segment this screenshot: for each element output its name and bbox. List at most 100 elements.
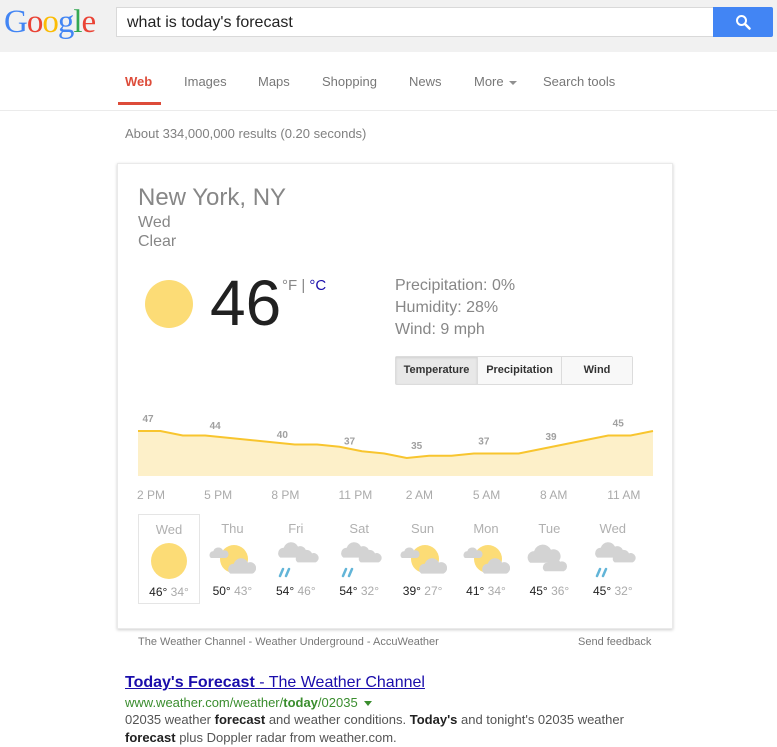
rain-icon	[277, 542, 319, 578]
snippet-text: plus Doppler radar from weather.com.	[175, 730, 397, 745]
snippet-highlight: Today's	[409, 712, 458, 727]
partly-cloudy-icon	[463, 545, 510, 574]
snippet-text: and tonight's 02035 weather	[457, 712, 624, 727]
url-suffix: /02035	[317, 695, 358, 710]
tab-wind[interactable]: Wind	[562, 357, 632, 384]
fahrenheit-unit[interactable]: °F	[282, 277, 297, 294]
forecast-day[interactable]: Wed 45° 32°	[582, 514, 644, 604]
forecast-temps: 50° 43°	[201, 584, 263, 598]
hour-tick-label: 11 PM	[338, 488, 373, 502]
active-tab-indicator	[118, 102, 161, 105]
forecast-temps: 45° 32°	[582, 584, 644, 598]
weather-card: New York, NY Wed Clear 46 °F | °C Precip…	[117, 163, 673, 629]
tab-images[interactable]: Images	[184, 74, 227, 89]
rain-icon	[594, 542, 636, 578]
forecast-day-name: Wed	[155, 522, 183, 537]
tab-shopping[interactable]: Shopping	[322, 74, 377, 89]
data-label: 47	[142, 414, 154, 425]
hour-tick-label: 5 PM	[204, 488, 233, 502]
low-temp: 46°	[297, 584, 316, 598]
tab-maps[interactable]: Maps	[258, 74, 290, 89]
tab-more[interactable]: More	[474, 74, 517, 89]
tab-temperature[interactable]: Temperature	[396, 357, 478, 384]
rain-icon	[341, 542, 382, 578]
forecast-day[interactable]: Mon 41° 34°	[455, 514, 517, 604]
forecast-day-name: Sun	[411, 521, 435, 536]
snippet-highlight: forecast	[125, 730, 176, 745]
logo-letter: g	[57, 4, 74, 40]
hour-tick-label: 2 PM	[137, 488, 166, 502]
forecast-day[interactable]: Fri 54° 46°	[265, 514, 327, 604]
current-condition: Clear	[138, 233, 177, 250]
weather-sources[interactable]: The Weather Channel - Weather Undergroun…	[138, 636, 439, 648]
forecast-day[interactable]: Tue 45° 36°	[518, 514, 580, 604]
forecast-day-name: Tue	[538, 521, 561, 536]
sun-icon	[145, 280, 193, 328]
forecast-day[interactable]: Wed 46° 34°	[138, 514, 200, 604]
low-temp: 34°	[170, 585, 189, 599]
forecast-temps: 41° 34°	[455, 584, 517, 598]
high-temp: 45°	[529, 584, 548, 598]
celsius-link[interactable]: °C	[309, 277, 326, 294]
hour-tick-label: 5 AM	[472, 488, 501, 502]
result-title-link[interactable]: Today's Forecast - The Weather Channel	[125, 674, 425, 692]
chart-tabs: Temperature Precipitation Wind	[395, 356, 633, 385]
forecast-day[interactable]: Sun 39° 27°	[392, 514, 454, 604]
search-tools-button[interactable]: Search tools	[543, 74, 615, 89]
forecast-day[interactable]: Sat 54° 32°	[328, 514, 390, 604]
search-input[interactable]: what is today's forecast	[116, 7, 714, 37]
tab-precipitation[interactable]: Precipitation	[478, 357, 562, 384]
forecast-temps: 46° 34°	[139, 585, 199, 599]
snippet-text: 02035 weather	[125, 712, 215, 727]
temperature-area	[138, 431, 653, 476]
low-temp: 34°	[487, 584, 506, 598]
high-temp: 45°	[592, 584, 612, 598]
send-feedback-link[interactable]: Send feedback	[578, 636, 651, 648]
url-bold: today	[283, 695, 318, 710]
logo-letter: o	[26, 4, 43, 40]
wind-value: Wind: 9 mph	[395, 321, 485, 338]
url-prefix: www.weather.com/weather/	[125, 695, 284, 710]
forecast-day-name: Sat	[349, 521, 369, 536]
result-stats: About 334,000,000 results (0.20 seconds)	[125, 126, 367, 141]
data-label: 39	[545, 432, 557, 443]
forecast-temps: 54° 46°	[265, 584, 327, 598]
partly-cloudy-icon	[400, 545, 447, 574]
sun-icon	[151, 543, 187, 579]
forecast-day[interactable]: Thu 50° 43°	[201, 514, 263, 604]
url-dropdown-icon[interactable]	[363, 701, 372, 707]
forecast-day-name: Mon	[473, 521, 499, 536]
high-temp: 54°	[339, 584, 358, 598]
logo-letter: l	[73, 4, 82, 40]
high-temp: 41°	[466, 584, 485, 598]
forecast-temps: 45° 36°	[518, 584, 580, 598]
hour-tick-label: 11 AM	[607, 488, 641, 502]
tab-web[interactable]: Web	[125, 74, 152, 89]
high-temp: 46°	[149, 585, 168, 599]
snippet-highlight: forecast	[214, 712, 266, 727]
unit-toggle: °F | °C	[282, 277, 326, 294]
partly-cloudy-icon	[209, 545, 257, 574]
forecast-day-name: Thu	[221, 521, 244, 536]
data-label: 35	[411, 441, 423, 452]
hour-tick-label: 2 AM	[405, 488, 434, 502]
logo-letter: e	[81, 4, 97, 40]
data-label: 40	[277, 430, 289, 441]
logo-letter: o	[42, 4, 58, 40]
forecast-day-name: Fri	[288, 521, 304, 536]
forecast-day-name: Wed	[599, 521, 627, 536]
low-temp: 43°	[234, 584, 253, 598]
forecast-temps: 54° 32°	[328, 584, 390, 598]
high-temp: 39°	[402, 584, 421, 598]
search-button[interactable]	[713, 7, 773, 37]
google-logo[interactable]: Google	[4, 4, 97, 41]
more-label: More	[474, 74, 504, 89]
tab-news[interactable]: News	[409, 74, 442, 89]
high-temp: 54°	[275, 584, 295, 598]
dropdown-arrow-icon	[508, 80, 517, 85]
top-bar: Google what is today's forecast	[0, 0, 777, 52]
hour-tick-label: 8 AM	[540, 488, 568, 502]
result-url: www.weather.com/weather/today/02035	[125, 695, 372, 710]
humidity-value: Humidity: 28%	[395, 299, 499, 316]
weather-details: Precipitation: 0% Humidity: 28% Wind: 9 …	[395, 275, 515, 341]
